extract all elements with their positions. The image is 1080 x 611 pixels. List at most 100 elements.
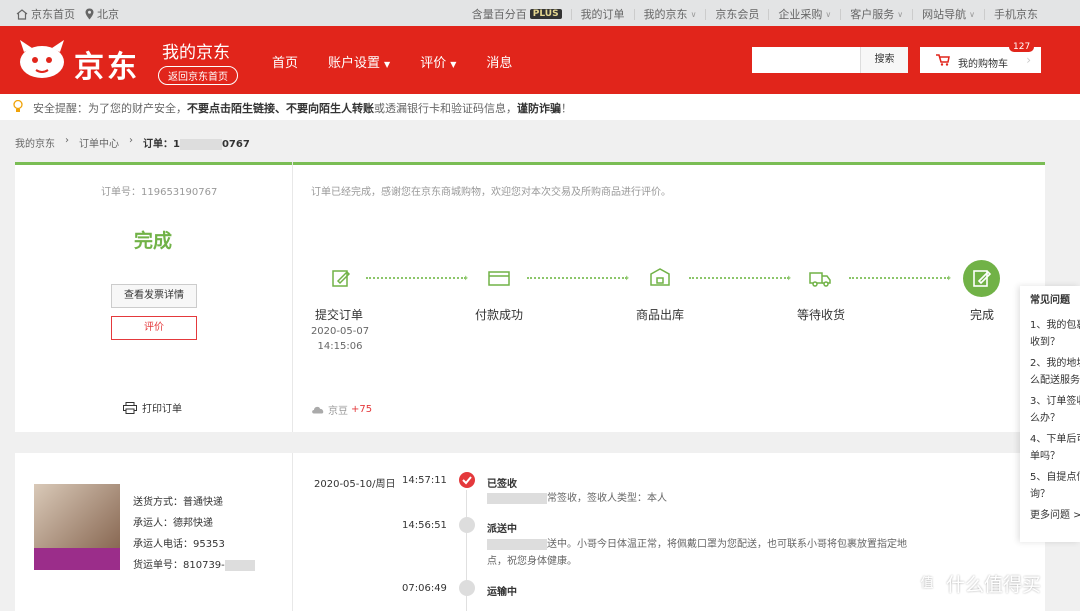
product-image[interactable] <box>34 484 120 570</box>
step-shipped-label: 商品出库 <box>635 308 684 322</box>
enterprise-link[interactable]: 企业采购 ∨ <box>778 6 831 22</box>
divider <box>292 162 293 432</box>
jd-logo-text[interactable]: 京东 <box>74 42 140 86</box>
progress-connector <box>366 277 466 279</box>
step-done-label: 完成 <box>969 308 994 322</box>
waybill-number-text: 货运单号：810739- <box>133 560 225 571</box>
divider <box>840 8 842 20</box>
step-submit-date-text: 2020-05-07 <box>310 326 370 337</box>
chevron-down-icon: ∨ <box>897 9 904 19</box>
done-icon <box>973 270 992 287</box>
jd-dog-logo-icon[interactable] <box>16 38 68 82</box>
progress-connector <box>849 277 949 279</box>
nav-account-settings[interactable]: 账户设置 ▼ <box>328 52 390 71</box>
timeline-status: 已签收 <box>487 479 517 490</box>
printer-icon <box>123 401 137 414</box>
breadcrumb-my-jd[interactable]: 我的京东 <box>15 135 55 150</box>
breadcrumb-order-center[interactable]: 订单中心 <box>79 135 119 150</box>
top-left: 京东首页 北京 <box>16 6 119 22</box>
arrow-right-icon: › <box>464 271 469 284</box>
back-home-button[interactable]: 返回京东首页 <box>158 66 238 85</box>
faq-item-line: 询？ <box>1030 489 1050 500</box>
chevron-down-icon: ∨ <box>690 9 697 19</box>
enterprise-label: 企业采购 <box>778 8 823 21</box>
faq-item[interactable]: 5、自提点信询？ <box>1030 469 1080 503</box>
jd-member-link[interactable]: 京东会员 <box>715 6 759 22</box>
site-nav-label: 网站导航 <box>922 8 967 21</box>
divider <box>912 8 914 20</box>
plus-link[interactable]: 含量百分百 PLUS <box>472 6 562 22</box>
chevron-right-icon: › <box>1026 53 1031 67</box>
step-submit-time-text: 14:15:06 <box>317 341 363 352</box>
faq-item-line: 么办？ <box>1030 413 1060 424</box>
city-label: 北京 <box>97 8 119 21</box>
card-icon <box>488 271 510 286</box>
faq-item-line: 2、我的地址 <box>1030 358 1080 369</box>
faq-item[interactable]: 1、我的包裹收到？ <box>1030 317 1080 351</box>
product-image-banner <box>34 548 120 570</box>
cart-count-badge: 127 <box>1009 42 1035 52</box>
view-invoice-button[interactable]: 查看发票详情 <box>111 284 197 308</box>
lightbulb-icon <box>13 100 23 112</box>
dispatch-icon <box>459 517 475 533</box>
faq-panel: 常见问题 1、我的包裹收到？ 2、我的地址么配送服务 3、订单签收么办？ 4、下… <box>1020 286 1080 542</box>
beans-value: +75 <box>351 404 373 415</box>
nav-messages[interactable]: 消息 <box>486 52 512 71</box>
nav-reviews-label: 评价 <box>420 56 447 71</box>
breadcrumb: 我的京东 › 订单中心 › 订单：1 0767 <box>15 135 250 150</box>
edit-icon <box>332 270 351 287</box>
faq-item[interactable]: 3、订单签收么办？ <box>1030 393 1080 427</box>
timeline-time: 14:57:11 <box>402 475 447 486</box>
faq-more-link[interactable]: 更多问题 > <box>1030 507 1080 524</box>
faq-item-line: 4、下单后可 <box>1030 434 1080 445</box>
alert-text-prefix: 安全提醒：为了您的财产安全， <box>33 102 187 115</box>
transit-icon <box>459 580 475 596</box>
plus-badge: PLUS <box>529 9 562 19</box>
my-jd-link[interactable]: 我的京东 ∨ <box>644 6 697 22</box>
search-box: 搜索 <box>752 47 908 73</box>
cart-button[interactable]: 我的购物车 › 127 <box>920 42 1041 73</box>
service-label: 客户服务 <box>850 8 895 21</box>
chevron-right-icon: › <box>65 135 69 146</box>
rate-button[interactable]: 评价 <box>111 316 197 340</box>
nav-home[interactable]: 首页 <box>272 52 298 71</box>
faq-item-line: 单吗？ <box>1030 451 1060 462</box>
timeline-desc-text: 点，祝您身体健康。 <box>487 556 577 567</box>
watermark: 值 什么值得买 <box>914 570 1041 597</box>
step-submit-time: 2020-05-07 14:15:06 <box>300 324 380 354</box>
search-input[interactable] <box>752 47 862 73</box>
check-icon <box>459 472 475 488</box>
home-link[interactable]: 京东首页 <box>16 6 75 22</box>
watermark-text: 什么值得买 <box>946 574 1042 596</box>
timeline-status: 运输中 <box>487 587 517 598</box>
order-complete-message: 订单已经完成，感谢您在京东商城购物，欢迎您对本次交易及所购商品进行评价。 <box>311 187 671 198</box>
beans-label: 京豆 <box>328 406 348 417</box>
delivery-info: 送货方式：普通快递 承运人：德邦快递 承运人电话：95353 货运单号：8107… <box>133 492 255 576</box>
my-jd-label: 我的京东 <box>643 8 688 21</box>
arrow-right-icon: › <box>625 271 630 284</box>
my-orders-link[interactable]: 我的订单 <box>581 6 625 22</box>
page-title: 我的京东 <box>162 43 230 63</box>
faq-item-line: 3、订单签收 <box>1030 396 1080 407</box>
chevron-down-icon: ∨ <box>825 9 832 19</box>
print-order-button[interactable]: 打印订单 <box>123 400 182 415</box>
alert-text-middle: 或透漏银行卡和验证码信息， <box>374 102 517 115</box>
divider <box>984 8 985 20</box>
site-nav-link[interactable]: 网站导航 ∨ <box>922 6 975 22</box>
arrow-right-icon: › <box>947 271 952 284</box>
breadcrumb-current: 订单：1 0767 <box>143 135 250 150</box>
redacted-blur <box>224 559 255 571</box>
nav-reviews[interactable]: 评价 ▼ <box>420 52 456 71</box>
mobile-jd-link[interactable]: 手机京东 <box>994 6 1038 22</box>
service-link[interactable]: 客户服务 ∨ <box>850 6 903 22</box>
nav-account-label: 账户设置 <box>328 56 381 71</box>
progress-connector <box>689 277 789 279</box>
search-button[interactable]: 搜索 <box>860 47 908 73</box>
watermark-logo-icon: 值 <box>914 570 940 597</box>
faq-item-line: 收到？ <box>1030 337 1060 348</box>
faq-item[interactable]: 2、我的地址么配送服务 <box>1030 355 1080 389</box>
faq-item[interactable]: 4、下单后可单吗？ <box>1030 431 1080 465</box>
progress-connector <box>527 277 627 279</box>
chevron-down-icon: ∨ <box>969 9 975 19</box>
city-selector[interactable]: 北京 <box>85 6 119 22</box>
